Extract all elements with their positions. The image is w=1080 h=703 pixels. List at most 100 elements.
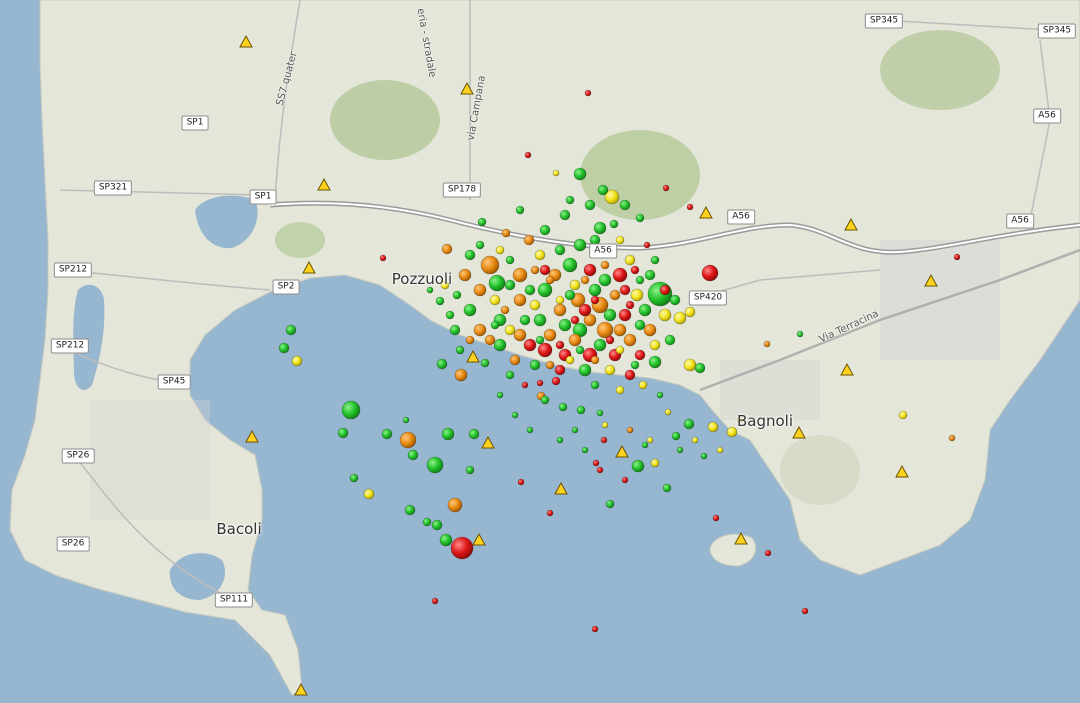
earthquake-marker-yellow[interactable] [615,345,625,355]
earthquake-marker-green[interactable] [524,284,536,296]
earthquake-marker-green[interactable] [694,362,706,374]
earthquake-marker-orange[interactable] [600,260,610,270]
earthquake-marker-red[interactable] [578,303,592,317]
earthquake-marker-green[interactable] [468,428,480,440]
earthquake-marker-green[interactable] [480,358,490,368]
earthquake-marker-red[interactable] [596,466,604,474]
earthquake-marker-red[interactable] [517,478,525,486]
earthquake-marker-orange[interactable] [623,333,637,347]
earthquake-marker-green[interactable] [619,199,631,211]
earthquake-marker-orange[interactable] [948,434,956,442]
earthquake-marker-orange[interactable] [441,243,453,255]
earthquake-marker-orange[interactable] [545,360,555,370]
earthquake-marker-green[interactable] [515,205,525,215]
earthquake-marker-yellow[interactable] [716,446,724,454]
earthquake-marker-red[interactable] [590,295,600,305]
earthquake-marker-yellow[interactable] [489,294,501,306]
earthquake-marker-orange[interactable] [465,335,475,345]
earthquake-marker-red[interactable] [659,284,671,296]
earthquake-marker-yellow[interactable] [291,355,303,367]
earthquake-marker-yellow[interactable] [504,324,516,336]
earthquake-marker-red[interactable] [630,265,640,275]
earthquake-marker-green[interactable] [558,402,568,412]
earthquake-marker-green[interactable] [477,217,487,227]
earthquake-marker-yellow[interactable] [615,385,625,395]
earthquake-marker-green[interactable] [588,283,602,297]
earthquake-marker-red[interactable] [701,264,719,282]
earthquake-marker-green[interactable] [598,273,612,287]
earthquake-marker-green[interactable] [349,473,359,483]
earthquake-marker-yellow[interactable] [529,299,541,311]
earthquake-marker-red[interactable] [523,338,537,352]
earthquake-marker-orange[interactable] [473,323,487,337]
earthquake-marker-green[interactable] [603,308,617,322]
earthquake-marker-red[interactable] [624,369,636,381]
earthquake-marker-green[interactable] [648,355,662,369]
earthquake-marker-green[interactable] [638,303,652,317]
earthquake-marker-orange[interactable] [480,255,500,275]
earthquake-marker-yellow[interactable] [898,410,908,420]
earthquake-marker-orange[interactable] [763,340,771,348]
earthquake-marker-red[interactable] [591,625,599,633]
earthquake-marker-green[interactable] [597,184,609,196]
earthquake-marker-red[interactable] [554,364,566,376]
earthquake-marker-red[interactable] [546,509,554,517]
earthquake-marker-green[interactable] [455,345,465,355]
earthquake-marker-green[interactable] [554,244,566,256]
earthquake-marker-green[interactable] [422,517,432,527]
earthquake-marker-green[interactable] [402,416,410,424]
earthquake-marker-green[interactable] [558,318,572,332]
earthquake-marker-green[interactable] [436,358,448,370]
earthquake-marker-red[interactable] [634,349,646,361]
earthquake-marker-green[interactable] [452,290,462,300]
earthquake-marker-red[interactable] [625,300,635,310]
earthquake-marker-green[interactable] [464,249,476,261]
earthquake-marker-orange[interactable] [626,426,634,434]
earthquake-marker-orange[interactable] [509,354,521,366]
earthquake-marker-green[interactable] [504,279,516,291]
earthquake-marker-red[interactable] [801,607,809,615]
earthquake-marker-red[interactable] [618,308,632,322]
earthquake-marker-red[interactable] [537,342,553,358]
earthquake-marker-green[interactable] [671,431,681,441]
earthquake-marker-green[interactable] [435,296,445,306]
earthquake-marker-green[interactable] [337,427,349,439]
earthquake-marker-yellow[interactable] [646,436,654,444]
earthquake-marker-green[interactable] [683,418,695,430]
earthquake-marker-yellow[interactable] [569,279,581,291]
earthquake-marker-green[interactable] [381,428,393,440]
earthquake-marker-green[interactable] [519,314,531,326]
earthquake-marker-red[interactable] [450,536,474,560]
earthquake-marker-green[interactable] [533,313,547,327]
earthquake-marker-orange[interactable] [501,228,511,238]
earthquake-marker-yellow[interactable] [664,408,672,416]
earthquake-marker-green[interactable] [431,519,443,531]
earthquake-marker-red[interactable] [953,253,961,261]
earthquake-marker-green[interactable] [539,224,551,236]
earthquake-marker-green[interactable] [535,335,545,345]
earthquake-marker-green[interactable] [576,405,586,415]
earthquake-marker-green[interactable] [465,465,475,475]
earthquake-marker-green[interactable] [575,345,585,355]
earthquake-marker-green[interactable] [426,456,444,474]
earthquake-marker-yellow[interactable] [624,254,636,266]
earthquake-marker-orange[interactable] [484,334,496,346]
earthquake-marker-green[interactable] [635,213,645,223]
earthquake-marker-yellow[interactable] [565,355,575,365]
earthquake-marker-green[interactable] [596,409,604,417]
earthquake-marker-yellow[interactable] [552,169,560,177]
earthquake-marker-orange[interactable] [590,355,600,365]
earthquake-marker-red[interactable] [570,315,580,325]
earthquake-marker-red[interactable] [521,381,529,389]
earthquake-marker-green[interactable] [564,289,576,301]
earthquake-marker-green[interactable] [505,370,515,380]
earthquake-marker-green[interactable] [496,391,504,399]
earthquake-marker-green[interactable] [662,483,672,493]
earthquake-marker-green[interactable] [505,255,515,265]
earthquake-marker-green[interactable] [669,294,681,306]
earthquake-marker-red[interactable] [621,476,629,484]
earthquake-marker-orange[interactable] [543,328,557,342]
earthquake-marker-green[interactable] [562,257,578,273]
earthquake-marker-red[interactable] [643,241,651,249]
earthquake-marker-yellow[interactable] [683,358,697,372]
